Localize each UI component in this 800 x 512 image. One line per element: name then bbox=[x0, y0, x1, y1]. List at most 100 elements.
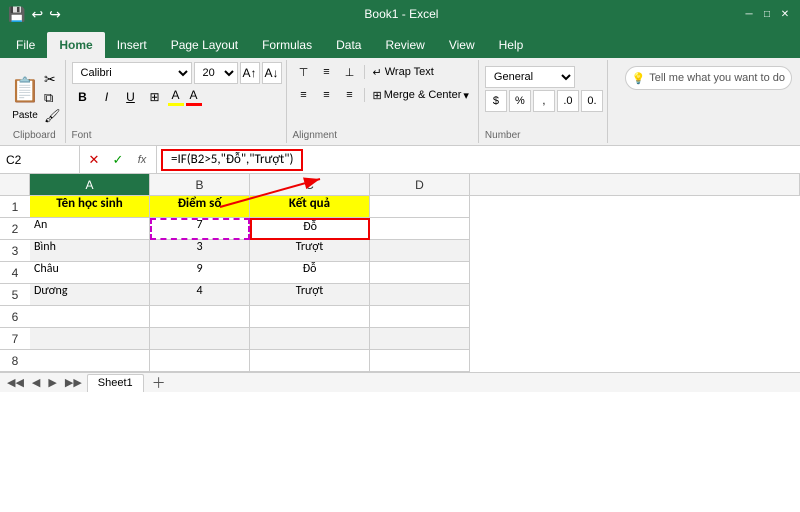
add-sheet-button[interactable]: ＋ bbox=[146, 373, 172, 393]
row-header-8[interactable]: 8 bbox=[0, 350, 30, 372]
col-header-a[interactable]: A bbox=[30, 174, 150, 196]
cell-d4[interactable] bbox=[370, 262, 470, 284]
cell-a4[interactable]: Châu bbox=[30, 262, 150, 284]
cell-b6[interactable] bbox=[150, 306, 250, 328]
close-button[interactable]: ✕ bbox=[778, 7, 792, 21]
underline-button[interactable]: U bbox=[120, 86, 142, 108]
cell-d2[interactable] bbox=[370, 218, 470, 240]
row-header-6[interactable]: 6 bbox=[0, 306, 30, 328]
tab-data[interactable]: Data bbox=[324, 32, 373, 58]
cell-a1[interactable]: Tên học sinh bbox=[30, 196, 150, 218]
align-center-button[interactable]: ≡ bbox=[316, 85, 338, 105]
cell-b4[interactable]: 9 bbox=[150, 262, 250, 284]
row-header-5[interactable]: 5 bbox=[0, 284, 30, 306]
cell-b5[interactable]: 4 bbox=[150, 284, 250, 306]
minimize-button[interactable]: ─ bbox=[742, 7, 756, 21]
cell-c4[interactable]: Đỗ bbox=[250, 262, 370, 284]
sheet-nav-prev[interactable]: ◀ bbox=[29, 376, 43, 389]
cell-b3[interactable]: 3 bbox=[150, 240, 250, 262]
maximize-button[interactable]: □ bbox=[760, 7, 774, 21]
comma-button[interactable]: , bbox=[533, 90, 555, 112]
align-right-button[interactable]: ≡ bbox=[339, 85, 361, 105]
copy-button[interactable]: ⧉ bbox=[44, 90, 61, 106]
sheet-nav-right[interactable]: ▶▶ bbox=[62, 376, 85, 389]
number-format-select[interactable]: General bbox=[485, 66, 575, 88]
font-name-select[interactable]: Calibri bbox=[72, 62, 192, 84]
font-color-button[interactable]: A bbox=[186, 88, 202, 106]
cell-c5[interactable]: Trượt bbox=[250, 284, 370, 306]
tab-formulas[interactable]: Formulas bbox=[250, 32, 324, 58]
align-bottom-button[interactable]: ⊥ bbox=[339, 62, 361, 82]
cell-c2[interactable]: Đỗ bbox=[250, 218, 370, 240]
sheet-tab-1[interactable]: Sheet1 bbox=[87, 374, 144, 392]
cell-d1[interactable] bbox=[370, 196, 470, 218]
cell-c8[interactable] bbox=[250, 350, 370, 372]
cell-c1[interactable]: Kết quả bbox=[250, 196, 370, 218]
borders-button[interactable]: ⊞ bbox=[144, 86, 166, 108]
col-header-c[interactable]: C bbox=[250, 174, 370, 196]
bold-button[interactable]: B bbox=[72, 86, 94, 108]
increase-decimal-button[interactable]: .0 bbox=[557, 90, 579, 112]
tab-review[interactable]: Review bbox=[373, 32, 436, 58]
cell-d5[interactable] bbox=[370, 284, 470, 306]
cell-d6[interactable] bbox=[370, 306, 470, 328]
cut-button[interactable]: ✂ bbox=[44, 71, 61, 88]
tab-help[interactable]: Help bbox=[487, 32, 536, 58]
insert-function-button[interactable]: fx bbox=[132, 150, 152, 170]
cell-a6[interactable] bbox=[30, 306, 150, 328]
fill-color-button[interactable]: A bbox=[168, 88, 184, 106]
cell-b7[interactable] bbox=[150, 328, 250, 350]
tell-me-bar[interactable]: 💡 Tell me what you want to do bbox=[625, 66, 792, 90]
cell-c3[interactable]: Trượt bbox=[250, 240, 370, 262]
cell-a3[interactable]: Bình bbox=[30, 240, 150, 262]
cell-a2[interactable]: An bbox=[30, 218, 150, 240]
decrease-font-button[interactable]: A↓ bbox=[262, 62, 282, 84]
paste-button[interactable]: 📋 Paste bbox=[8, 72, 42, 121]
increase-font-button[interactable]: A↑ bbox=[240, 62, 260, 84]
cell-a5[interactable]: Dương bbox=[30, 284, 150, 306]
cell-b8[interactable] bbox=[150, 350, 250, 372]
align-left-button[interactable]: ≡ bbox=[293, 85, 315, 105]
save-icon[interactable]: 💾 bbox=[8, 6, 25, 23]
align-top-button[interactable]: ⊤ bbox=[293, 62, 315, 82]
italic-button[interactable]: I bbox=[96, 86, 118, 108]
cell-d3[interactable] bbox=[370, 240, 470, 262]
font-size-select[interactable]: 20 bbox=[194, 62, 238, 84]
cancel-formula-button[interactable]: ✕ bbox=[84, 150, 104, 170]
sheet-nav-next[interactable]: ▶ bbox=[45, 376, 59, 389]
wrap-text-button[interactable]: ↵ Wrap Text bbox=[368, 63, 439, 82]
cell-a8[interactable] bbox=[30, 350, 150, 372]
cell-b2[interactable]: 7 bbox=[150, 218, 250, 240]
row-header-3[interactable]: 3 bbox=[0, 240, 30, 262]
confirm-formula-button[interactable]: ✓ bbox=[108, 150, 128, 170]
redo-icon[interactable]: ↪ bbox=[49, 6, 61, 23]
undo-icon[interactable]: ↩ bbox=[31, 6, 43, 23]
align-middle-button[interactable]: ≡ bbox=[316, 62, 338, 82]
currency-button[interactable]: $ bbox=[485, 90, 507, 112]
row-header-7[interactable]: 7 bbox=[0, 328, 30, 350]
col-header-b[interactable]: B bbox=[150, 174, 250, 196]
merge-center-button[interactable]: ⊞ Merge & Center ▾ bbox=[368, 86, 474, 105]
cell-b1[interactable]: Điểm số bbox=[150, 196, 250, 218]
tab-view[interactable]: View bbox=[437, 32, 487, 58]
decrease-decimal-button[interactable]: 0. bbox=[581, 90, 603, 112]
tab-insert[interactable]: Insert bbox=[105, 32, 159, 58]
tab-page-layout[interactable]: Page Layout bbox=[159, 32, 250, 58]
format-painter-button[interactable]: 🖌 bbox=[44, 108, 61, 124]
sheet-nav-left[interactable]: ◀◀ bbox=[4, 376, 27, 389]
name-box[interactable]: C2 bbox=[0, 146, 80, 173]
row-header-4[interactable]: 4 bbox=[0, 262, 30, 284]
row-header-2[interactable]: 2 bbox=[0, 218, 30, 240]
col-header-d[interactable]: D bbox=[370, 174, 470, 196]
row-header-1[interactable]: 1 bbox=[0, 196, 30, 218]
cell-d8[interactable] bbox=[370, 350, 470, 372]
tab-home[interactable]: Home bbox=[47, 32, 104, 58]
cell-d7[interactable] bbox=[370, 328, 470, 350]
cell-a7[interactable] bbox=[30, 328, 150, 350]
table-row: 3 Bình 3 Trượt bbox=[0, 240, 800, 262]
formula-text[interactable]: =IF(B2>5,"Đỗ","Trượt") bbox=[161, 149, 303, 171]
tab-file[interactable]: File bbox=[4, 32, 47, 58]
cell-c6[interactable] bbox=[250, 306, 370, 328]
percent-button[interactable]: % bbox=[509, 90, 531, 112]
cell-c7[interactable] bbox=[250, 328, 370, 350]
